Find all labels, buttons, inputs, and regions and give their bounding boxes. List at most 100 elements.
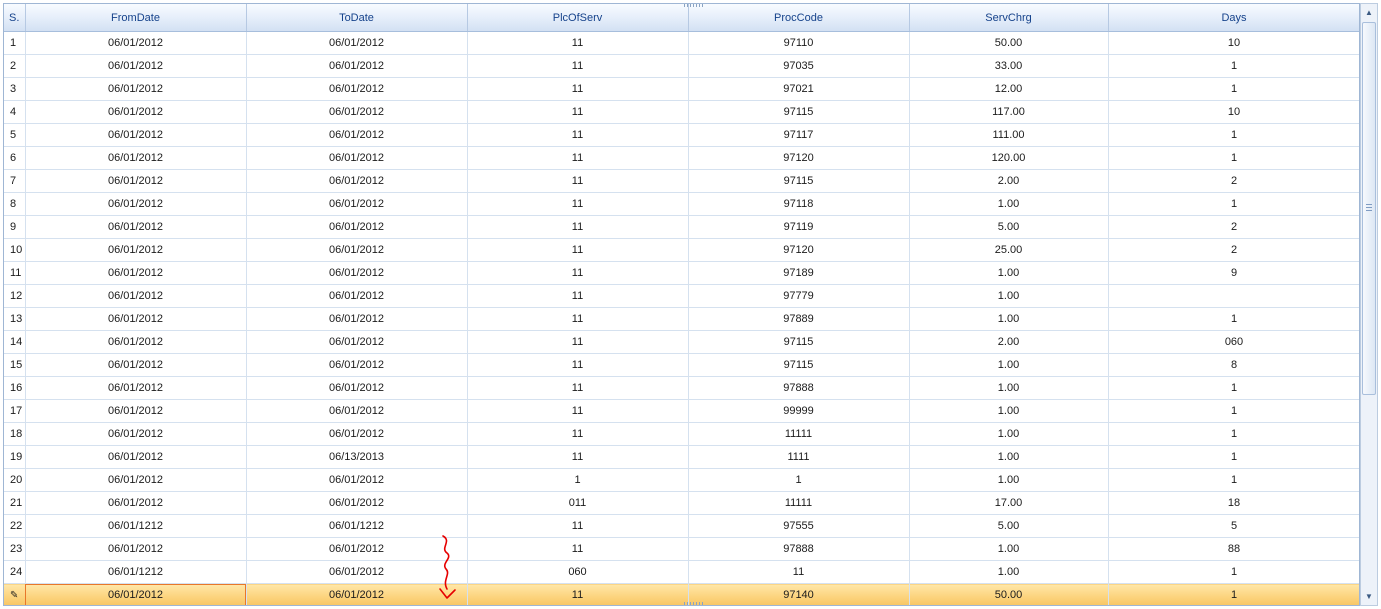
cell-days[interactable]: 1 — [1108, 54, 1359, 78]
cell-todate[interactable]: 06/01/2012 — [246, 399, 468, 423]
cell-fromdate[interactable]: 06/01/2012 — [25, 31, 247, 55]
cell-days[interactable]: 5 — [1108, 514, 1359, 538]
table-row[interactable]: 3 06/01/2012 06/01/2012 11 97021 12.00 1 — [4, 77, 1359, 101]
cell-servchrg[interactable]: 17.00 — [909, 491, 1109, 515]
cell-fromdate[interactable]: 06/01/2012 — [25, 583, 247, 605]
cell-plcofserv[interactable]: 11 — [467, 353, 689, 377]
cell-fromdate[interactable]: 06/01/2012 — [25, 146, 247, 170]
table-row-selected[interactable]: ✎ 06/01/2012 06/01/2012 11 97140 50.00 1 — [4, 583, 1359, 605]
cell-sno[interactable]: 13 — [4, 307, 26, 331]
cell-sno[interactable]: 19 — [4, 445, 26, 469]
cell-plcofserv[interactable]: 11 — [467, 376, 689, 400]
cell-proccode[interactable]: 1 — [688, 468, 910, 492]
cell-servchrg[interactable]: 1.00 — [909, 422, 1109, 446]
cell-servchrg[interactable]: 111.00 — [909, 123, 1109, 147]
cell-todate[interactable]: 06/01/2012 — [246, 422, 468, 446]
cell-fromdate[interactable]: 06/01/2012 — [25, 284, 247, 308]
column-header-sno[interactable]: S. — [4, 4, 26, 32]
cell-proccode[interactable]: 97888 — [688, 376, 910, 400]
cell-plcofserv[interactable]: 11 — [467, 422, 689, 446]
table-row[interactable]: 22 06/01/1212 06/01/1212 11 97555 5.00 5 — [4, 514, 1359, 538]
cell-servchrg[interactable]: 50.00 — [909, 31, 1109, 55]
cell-sno[interactable]: 2 — [4, 54, 26, 78]
cell-todate[interactable]: 06/01/2012 — [246, 376, 468, 400]
cell-fromdate[interactable]: 06/01/2012 — [25, 215, 247, 239]
cell-sno[interactable]: ✎ — [4, 583, 26, 605]
scroll-up-arrow-icon[interactable]: ▲ — [1362, 5, 1376, 20]
cell-servchrg[interactable]: 1.00 — [909, 376, 1109, 400]
cell-plcofserv[interactable]: 011 — [467, 491, 689, 515]
cell-proccode[interactable]: 1111 — [688, 445, 910, 469]
table-row[interactable]: 6 06/01/2012 06/01/2012 11 97120 120.00 1 — [4, 146, 1359, 170]
cell-todate[interactable]: 06/01/2012 — [246, 583, 468, 605]
column-header-proccode[interactable]: ProcCode — [688, 4, 910, 32]
cell-fromdate[interactable]: 06/01/2012 — [25, 169, 247, 193]
table-row[interactable]: 1 06/01/2012 06/01/2012 11 97110 50.00 10 — [4, 31, 1359, 55]
cell-servchrg[interactable]: 1.00 — [909, 445, 1109, 469]
cell-fromdate[interactable]: 06/01/2012 — [25, 100, 247, 124]
table-row[interactable]: 11 06/01/2012 06/01/2012 11 97189 1.00 9 — [4, 261, 1359, 285]
cell-days[interactable]: 1 — [1108, 376, 1359, 400]
cell-todate[interactable]: 06/01/2012 — [246, 330, 468, 354]
cell-proccode[interactable]: 97115 — [688, 169, 910, 193]
table-row[interactable]: 23 06/01/2012 06/01/2012 11 97888 1.00 88 — [4, 537, 1359, 561]
cell-servchrg[interactable]: 1.00 — [909, 537, 1109, 561]
cell-todate[interactable]: 06/01/2012 — [246, 192, 468, 216]
table-row[interactable]: 18 06/01/2012 06/01/2012 11 11111 1.00 1 — [4, 422, 1359, 446]
column-header-fromdate[interactable]: FromDate — [25, 4, 247, 32]
cell-proccode[interactable]: 99999 — [688, 399, 910, 423]
cell-proccode[interactable]: 97117 — [688, 123, 910, 147]
cell-fromdate[interactable]: 06/01/2012 — [25, 307, 247, 331]
cell-plcofserv[interactable]: 060 — [467, 560, 689, 584]
cell-proccode[interactable]: 97120 — [688, 146, 910, 170]
cell-days[interactable]: 060 — [1108, 330, 1359, 354]
cell-todate[interactable]: 06/01/2012 — [246, 284, 468, 308]
cell-days[interactable]: 18 — [1108, 491, 1359, 515]
cell-sno[interactable]: 20 — [4, 468, 26, 492]
table-row[interactable]: 7 06/01/2012 06/01/2012 11 97115 2.00 2 — [4, 169, 1359, 193]
cell-days[interactable] — [1108, 284, 1359, 308]
cell-plcofserv[interactable]: 11 — [467, 146, 689, 170]
table-row[interactable]: 16 06/01/2012 06/01/2012 11 97888 1.00 1 — [4, 376, 1359, 400]
cell-fromdate[interactable]: 06/01/2012 — [25, 123, 247, 147]
cell-fromdate[interactable]: 06/01/2012 — [25, 537, 247, 561]
cell-servchrg[interactable]: 1.00 — [909, 353, 1109, 377]
cell-servchrg[interactable]: 1.00 — [909, 560, 1109, 584]
cell-plcofserv[interactable]: 11 — [467, 514, 689, 538]
cell-fromdate[interactable]: 06/01/2012 — [25, 422, 247, 446]
cell-plcofserv[interactable]: 11 — [467, 399, 689, 423]
cell-plcofserv[interactable]: 11 — [467, 31, 689, 55]
cell-todate[interactable]: 06/01/2012 — [246, 215, 468, 239]
cell-sno[interactable]: 22 — [4, 514, 26, 538]
cell-fromdate[interactable]: 06/01/1212 — [25, 560, 247, 584]
cell-sno[interactable]: 11 — [4, 261, 26, 285]
table-row[interactable]: 15 06/01/2012 06/01/2012 11 97115 1.00 8 — [4, 353, 1359, 377]
cell-days[interactable]: 9 — [1108, 261, 1359, 285]
cell-proccode[interactable]: 97140 — [688, 583, 910, 605]
cell-sno[interactable]: 10 — [4, 238, 26, 262]
cell-fromdate[interactable]: 06/01/2012 — [25, 491, 247, 515]
column-header-days[interactable]: Days — [1108, 4, 1359, 32]
cell-todate[interactable]: 06/01/2012 — [246, 169, 468, 193]
cell-days[interactable]: 1 — [1108, 583, 1359, 605]
cell-sno[interactable]: 6 — [4, 146, 26, 170]
table-row[interactable]: 14 06/01/2012 06/01/2012 11 97115 2.00 060 — [4, 330, 1359, 354]
cell-servchrg[interactable]: 2.00 — [909, 169, 1109, 193]
cell-fromdate[interactable]: 06/01/2012 — [25, 192, 247, 216]
cell-servchrg[interactable]: 50.00 — [909, 583, 1109, 605]
table-row[interactable]: 21 06/01/2012 06/01/2012 011 11111 17.00 18 — [4, 491, 1359, 515]
cell-todate[interactable]: 06/01/2012 — [246, 31, 468, 55]
table-row[interactable]: 12 06/01/2012 06/01/2012 11 97779 1.00 — [4, 284, 1359, 308]
cell-proccode[interactable]: 11111 — [688, 422, 910, 446]
cell-servchrg[interactable]: 120.00 — [909, 146, 1109, 170]
cell-fromdate[interactable]: 06/01/2012 — [25, 445, 247, 469]
table-row[interactable]: 5 06/01/2012 06/01/2012 11 97117 111.00 1 — [4, 123, 1359, 147]
cell-servchrg[interactable]: 1.00 — [909, 468, 1109, 492]
cell-servchrg[interactable]: 1.00 — [909, 399, 1109, 423]
cell-fromdate[interactable]: 06/01/2012 — [25, 330, 247, 354]
cell-sno[interactable]: 1 — [4, 31, 26, 55]
cell-servchrg[interactable]: 12.00 — [909, 77, 1109, 101]
cell-servchrg[interactable]: 1.00 — [909, 284, 1109, 308]
grid-resize-grip-bottom[interactable] — [684, 602, 704, 605]
cell-fromdate[interactable]: 06/01/2012 — [25, 353, 247, 377]
